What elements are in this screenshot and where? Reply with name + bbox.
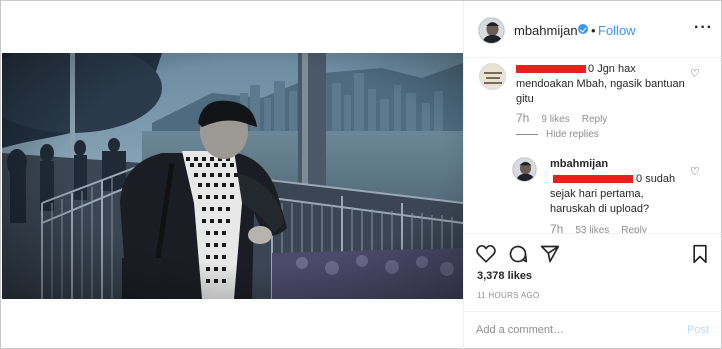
mention-suffix[interactable]: 0 [636,173,642,185]
post-timestamp[interactable]: 11 HOURS AGO [477,291,540,300]
reply-reply-button[interactable]: Reply [621,225,647,233]
redacted-username [516,65,586,74]
comment-icon[interactable] [508,244,528,269]
comment-likes[interactable]: 9 likes [541,114,569,125]
reply-text: 0 sudah sejak hari pertama, haruskah di … [550,172,690,217]
share-icon-svg [540,245,560,263]
post-frame: mbahmijan • Follow ··· 0 Jgn hax mendoak… [0,0,722,349]
reply-likes[interactable]: 53 likes [575,225,609,233]
comment-text: 0 Jgn hax mendoakan Mbah, ngasik bantuan… [516,62,686,107]
post-comment-button[interactable]: Post [687,324,709,336]
heart-icon-svg [476,245,496,263]
verified-badge-icon [578,24,588,34]
follow-button[interactable]: Follow [598,23,636,38]
avatar-image [513,158,536,181]
redacted-mention [553,175,633,184]
reply-username[interactable]: mbahmijan [550,158,608,170]
more-options-icon[interactable]: ··· [694,19,713,37]
heart-icon[interactable] [476,244,496,268]
hide-replies-line [516,134,538,135]
post-header: mbahmijan • Follow ··· [464,1,722,58]
author-username[interactable]: mbahmijan [514,23,578,38]
post-sidebar: mbahmijan • Follow ··· 0 Jgn hax mendoak… [463,1,722,349]
reply-like-heart-icon[interactable]: ♡ [690,165,700,178]
comment-list: 0 Jgn hax mendoakan Mbah, ngasik bantuan… [464,59,722,233]
commenter-avatar[interactable] [479,63,506,90]
add-comment-input[interactable] [476,321,666,339]
bookmark-icon-svg [693,244,707,264]
hide-replies-button[interactable]: Hide replies [546,129,599,140]
bookmark-icon[interactable] [692,244,708,269]
comment-meta: 7h 9 likes Reply [516,111,607,125]
comment-icon-svg [509,245,528,263]
separator-dot: • [591,23,596,38]
comment-like-heart-icon[interactable]: ♡ [690,67,700,80]
reply-meta: 7h 53 likes Reply [550,222,647,233]
likes-count[interactable]: 3,378 likes [477,270,532,282]
username-suffix[interactable]: 0 [588,63,594,75]
reply-button[interactable]: Reply [582,114,608,125]
avatar-image [479,18,504,43]
share-icon[interactable] [540,244,560,269]
post-photo[interactable] [2,53,463,299]
add-comment-bar: Post [464,311,722,349]
post-actions: 3,378 likes 11 HOURS AGO [464,233,722,317]
comment-time[interactable]: 7h [516,111,529,125]
photo-image [2,53,463,299]
reply-time[interactable]: 7h [550,222,563,233]
author-avatar[interactable] [478,17,505,44]
reply-avatar[interactable] [512,157,537,182]
